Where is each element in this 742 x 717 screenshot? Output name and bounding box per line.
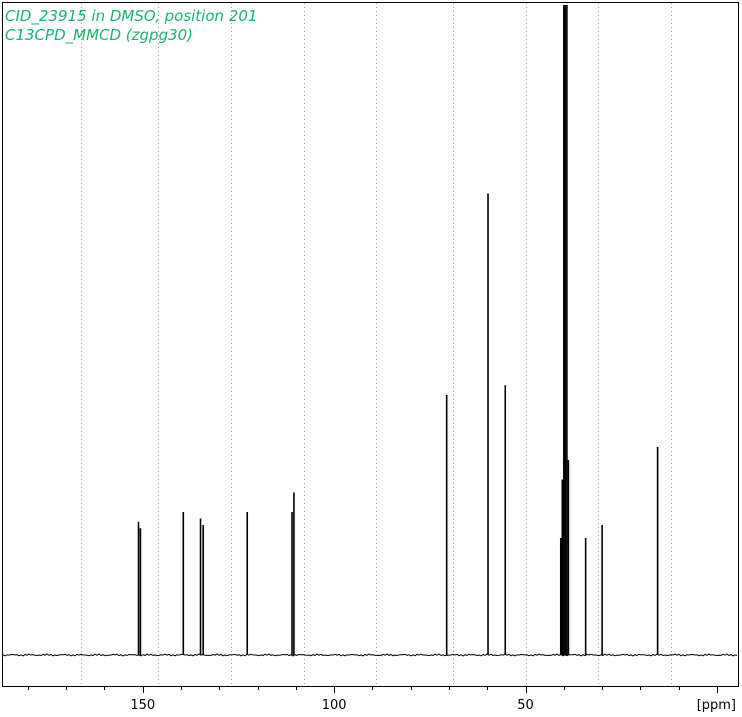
x-tick-label: 50 (517, 698, 534, 713)
chart-subtitle: C13CPD_MMCD (zgpg30) (5, 26, 193, 45)
nmr-spectrum-chart: 150 100 50 CID_23915 in DMSO, position 201… (2, 2, 739, 713)
x-axis-label: [ppm] (697, 698, 736, 713)
x-tick-label: 100 (322, 698, 347, 713)
x-tick-label: 150 (130, 698, 155, 713)
x-axis: 150 100 50 (28, 686, 718, 713)
chart-title: CID_23915 in DMSO, position 201 (5, 7, 257, 26)
plot-area-border (2, 2, 739, 687)
